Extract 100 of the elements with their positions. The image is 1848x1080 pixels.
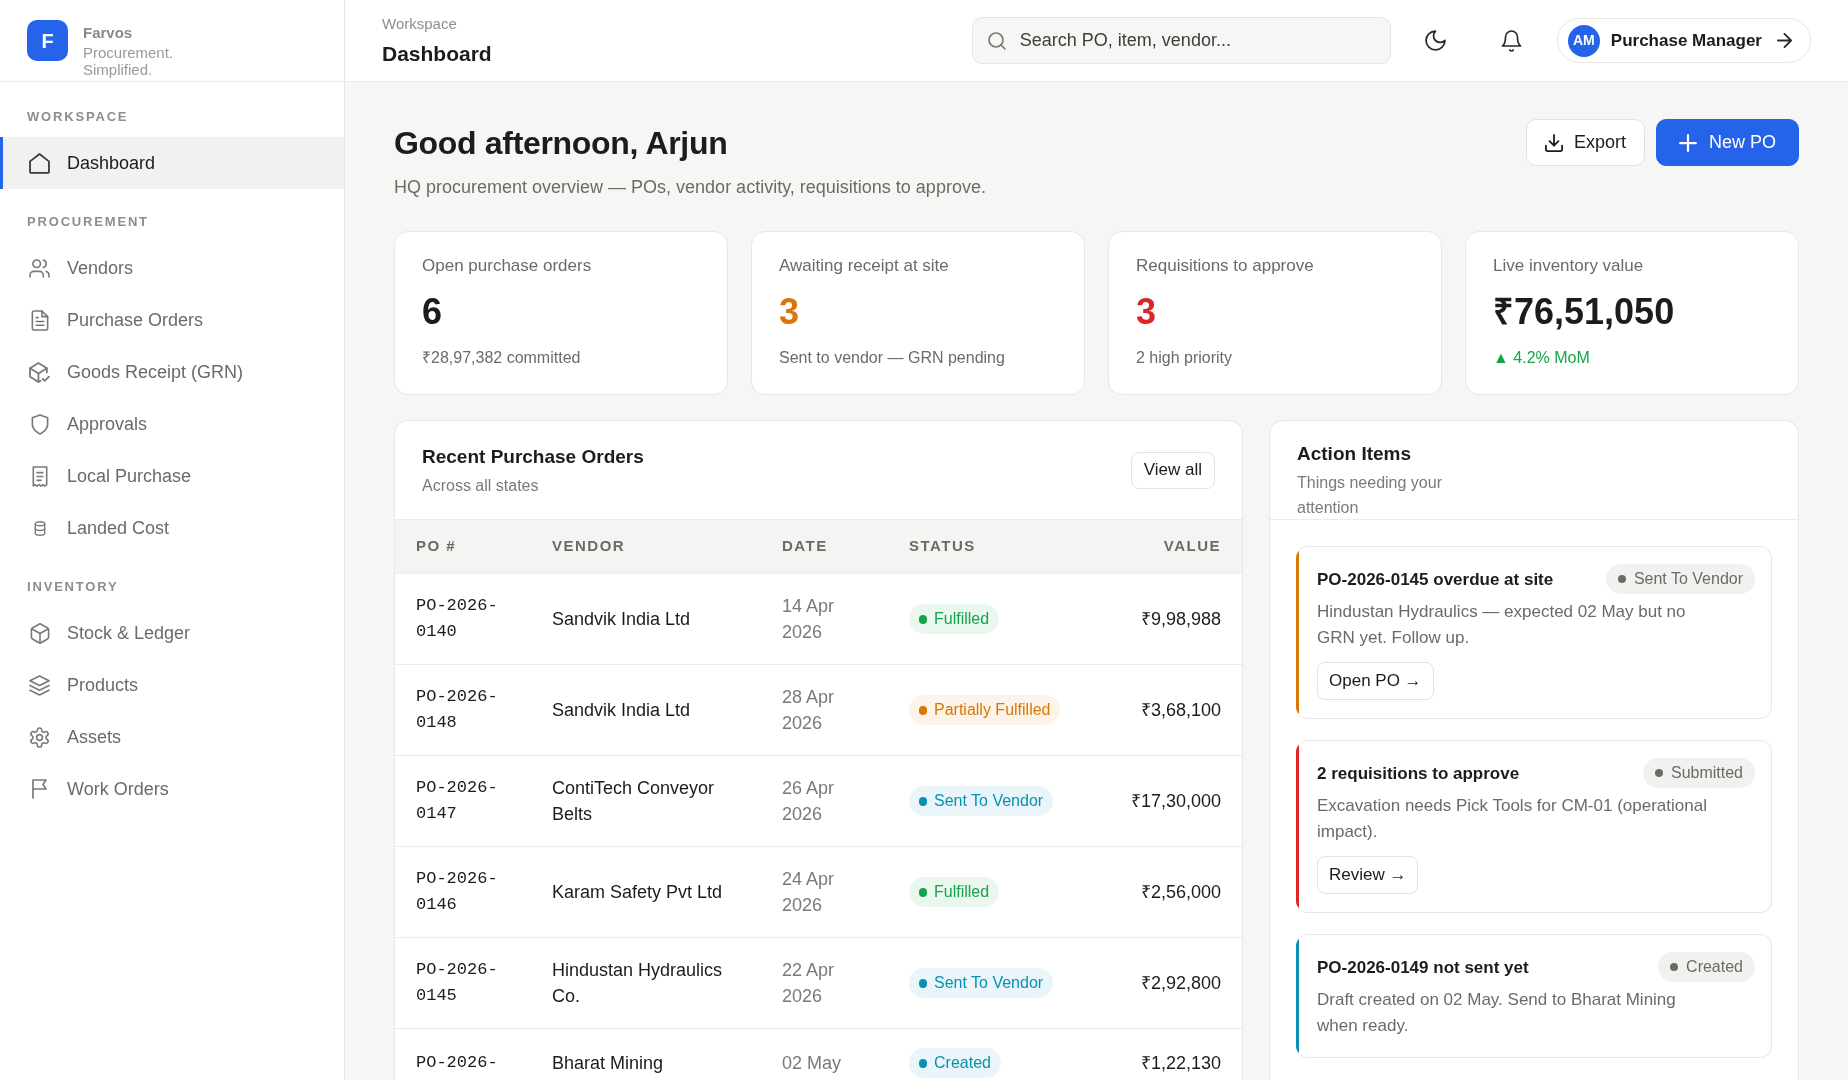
plus-icon xyxy=(1678,133,1697,152)
column-header: STATUS xyxy=(909,536,977,557)
status-label: Submitted xyxy=(1670,763,1743,783)
po-number: PO-2026-0148 xyxy=(416,686,499,734)
bell-icon[interactable] xyxy=(1500,29,1522,52)
nav-item[interactable]: Stock & Ledger xyxy=(0,607,344,659)
status-label: Sent To Vendor xyxy=(934,791,1044,811)
section-heading: WORKSPACE xyxy=(26,109,130,125)
vendor-name: Bharat Mining xyxy=(552,1052,665,1075)
po-number: PO-2026- xyxy=(416,1052,499,1074)
po-number: PO-2026-0145 xyxy=(416,959,499,1007)
stat-note: ₹28,97,382 committed xyxy=(422,348,582,368)
users-icon xyxy=(29,258,50,278)
action-button[interactable]: Open PO → xyxy=(1317,662,1434,700)
panel-subtitle: Across all states xyxy=(422,475,540,496)
gear-icon xyxy=(29,726,50,748)
order-value: ₹17,30,000 xyxy=(1130,790,1221,813)
home-icon xyxy=(29,152,50,174)
export-button[interactable]: Export xyxy=(1525,119,1645,166)
status-label: Fulfilled xyxy=(934,882,990,902)
action-title: 2 requisitions to approve xyxy=(1317,762,1521,785)
logo-mark: F xyxy=(27,20,68,61)
column-header: PO # xyxy=(416,536,458,557)
vendor-name: Sandvik India Ltd xyxy=(552,699,692,722)
shield-icon xyxy=(30,413,49,435)
breadcrumb: Workspace xyxy=(382,13,458,34)
status-label: Sent To Vendor xyxy=(934,973,1044,993)
nav-item[interactable]: Work Orders xyxy=(0,763,344,814)
nav-item[interactable]: Vendors xyxy=(0,242,344,294)
coin-stack-icon xyxy=(33,520,46,536)
order-date: 22 Apr 2026 xyxy=(782,959,836,1008)
stat-label: Awaiting receipt at site xyxy=(779,255,950,277)
stat-value: 3 xyxy=(1136,290,1158,334)
vendor-name: Hindustan Hydraulics Co. xyxy=(552,959,724,1008)
column-header: VALUE xyxy=(1163,536,1221,557)
order-value: ₹9,98,988 xyxy=(1140,608,1221,631)
stat-label: Open purchase orders xyxy=(422,255,593,277)
moon-icon[interactable] xyxy=(1424,30,1446,51)
order-date: 02 May xyxy=(782,1052,843,1075)
action-title: PO-2026-0149 not sent yet xyxy=(1317,956,1530,979)
order-value: ₹3,68,100 xyxy=(1140,699,1221,722)
vendor-name: Karam Safety Pvt Ltd xyxy=(552,881,724,904)
page-title: Dashboard xyxy=(382,40,492,67)
vendor-name: Sandvik India Ltd xyxy=(552,608,692,631)
action-title: PO-2026-0145 overdue at site xyxy=(1317,568,1555,591)
arrow-right-icon xyxy=(1777,33,1792,48)
nav-item[interactable]: Products xyxy=(0,659,344,711)
status-label: Created xyxy=(934,1053,991,1073)
order-date: 26 Apr 2026 xyxy=(782,777,836,826)
page-subtitle: HQ procurement overview — POs, vendor activity, requisitions to approve. xyxy=(394,176,987,199)
nav-item[interactable]: Goods Receipt (GRN) xyxy=(0,346,344,398)
stat-note: ▲ 4.2% MoM xyxy=(1493,348,1591,368)
status-label: Partially Fulfilled xyxy=(934,700,1051,720)
nav-item[interactable]: Landed Cost xyxy=(0,502,344,554)
panel-subtitle: Things needing your attention xyxy=(1297,473,1443,518)
order-date: 24 Apr 2026 xyxy=(782,868,836,917)
greeting-heading: Good afternoon, Arjun xyxy=(394,123,728,163)
stat-label: Live inventory value xyxy=(1493,255,1645,277)
nav-item[interactable]: Assets xyxy=(0,711,344,763)
avatar: AM xyxy=(1567,24,1600,57)
order-value: ₹2,92,800 xyxy=(1140,972,1221,995)
stat-note: Sent to vendor — GRN pending xyxy=(779,348,1006,368)
nav-item[interactable]: Approvals xyxy=(0,398,344,450)
panel-title: Action Items xyxy=(1297,442,1413,466)
column-header: DATE xyxy=(782,536,829,557)
search-icon xyxy=(987,31,1006,50)
receipt-icon xyxy=(31,465,48,487)
stat-label: Requisitions to approve xyxy=(1136,255,1315,277)
user-menu-button[interactable]: AM Purchase Manager xyxy=(1556,18,1811,63)
layers-icon xyxy=(29,674,50,696)
stat-value: ₹76,51,050 xyxy=(1493,290,1676,334)
column-header: VENDOR xyxy=(552,536,627,557)
status-label: Created xyxy=(1686,957,1743,977)
nav-item[interactable]: Local Purchase xyxy=(0,450,344,502)
cube-icon xyxy=(29,622,50,644)
view-all-button[interactable]: View all xyxy=(1130,451,1215,489)
po-number: PO-2026-0147 xyxy=(416,777,499,825)
status-label: Fulfilled xyxy=(934,609,990,629)
nav-item[interactable]: Dashboard xyxy=(0,137,344,189)
section-heading: PROCUREMENT xyxy=(26,214,150,230)
flag-icon xyxy=(32,779,47,799)
vendor-name: ContiTech Conveyor Belts xyxy=(552,777,716,826)
stat-note: 2 high priority xyxy=(1136,348,1234,368)
order-date: 14 Apr 2026 xyxy=(782,595,836,644)
po-number: PO-2026-0140 xyxy=(416,595,499,643)
nav-item[interactable]: Purchase Orders xyxy=(0,294,344,346)
stat-value: 6 xyxy=(422,290,444,334)
new-po-button[interactable]: New PO xyxy=(1655,119,1799,166)
status-label: Sent To Vendor xyxy=(1633,569,1743,589)
action-description: Hindustan Hydraulics — expected 02 May but no GRN yet. Follow up. xyxy=(1317,601,1687,649)
action-button[interactable]: Review → xyxy=(1317,856,1419,894)
download-icon xyxy=(1544,133,1563,152)
action-description: Excavation needs Pick Tools for CM-01 (operational impact). xyxy=(1317,795,1708,843)
stat-value: 3 xyxy=(779,290,801,334)
section-heading: INVENTORY xyxy=(26,579,120,595)
brand-tagline: Procurement. Simplified. xyxy=(83,44,175,78)
order-date: 28 Apr 2026 xyxy=(782,686,836,735)
package-check-icon xyxy=(29,361,50,383)
action-description: Draft created on 02 May. Send to Bharat Mining when ready. xyxy=(1317,989,1677,1037)
search-field[interactable]: Search PO, item, vendor... xyxy=(971,17,1391,64)
